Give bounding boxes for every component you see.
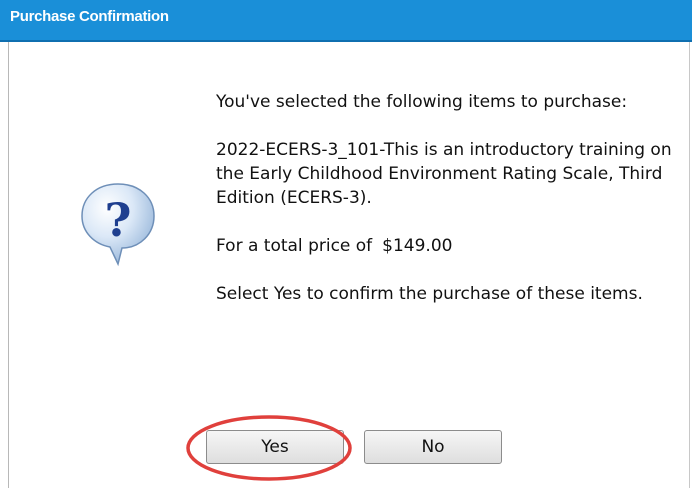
intro-text: You've selected the following items to p… <box>216 92 628 112</box>
highlight-ring-annotation <box>186 415 352 481</box>
price-value: $149.00 <box>382 236 453 256</box>
confirm-text: Select Yes to confirm the purchase of th… <box>216 284 643 304</box>
dialog-left-border <box>8 42 9 488</box>
dialog-title: Purchase Confirmation <box>10 8 169 25</box>
dialog-right-border <box>689 42 690 488</box>
price-label: For a total price of <box>216 236 373 256</box>
no-button[interactable]: No <box>364 430 502 464</box>
price-line: For a total price of $149.00 <box>216 234 676 258</box>
svg-text:?: ? <box>105 193 132 247</box>
purchase-confirmation-dialog: Purchase Confirmation ? You've selected … <box>0 0 692 488</box>
dialog-title-bar: Purchase Confirmation <box>0 0 692 42</box>
dialog-message: You've selected the following items to p… <box>216 90 676 330</box>
question-speech-bubble-icon: ? <box>81 183 155 267</box>
item-description: 2022-ECERS-3_101-This is an introductory… <box>216 140 672 208</box>
